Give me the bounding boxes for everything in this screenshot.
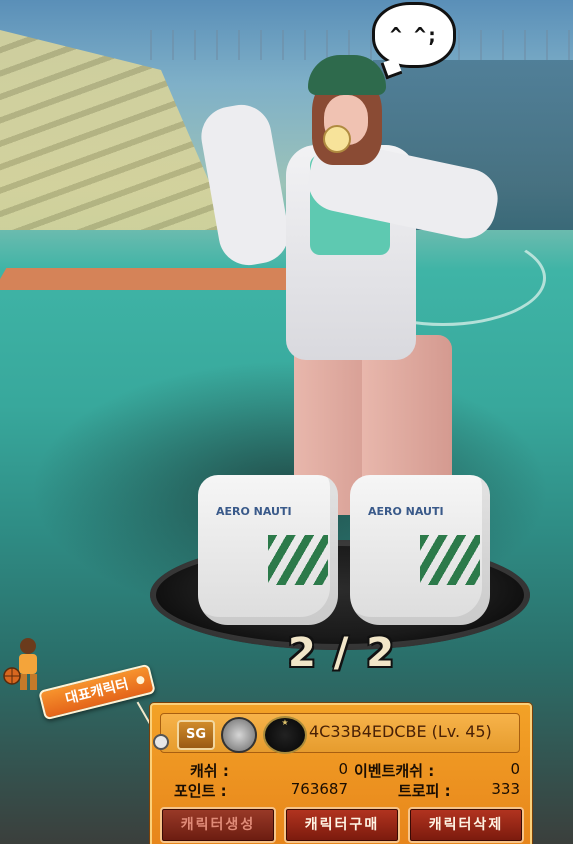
character-action-buttons: 캐릭터생성 캐릭터구매 캐릭터삭제	[160, 807, 524, 843]
mascot-icon	[3, 638, 37, 690]
tag-hole	[135, 675, 146, 685]
character-id-bar: SG ★ 4C33B4EDCBE (Lv. 45)	[153, 713, 520, 754]
trophy-value: 333	[491, 780, 520, 798]
event-cash-label: 이벤트캐쉬 :	[354, 762, 435, 780]
player-character[interactable]: AERO NAUTI AERO NAUTI	[190, 35, 520, 635]
points-label: 포인트 :	[174, 782, 227, 800]
position-badge: SG	[177, 720, 215, 750]
bubblegum	[323, 125, 351, 153]
shoe-brand-label: AERO NAUTI	[368, 505, 444, 518]
create-character-button[interactable]: 캐릭터생성	[160, 807, 276, 843]
character-shoe-left: AERO NAUTI	[198, 475, 338, 625]
cash-value: 0	[338, 760, 348, 778]
shoe-stripes	[268, 535, 328, 585]
character-shoe-right: AERO NAUTI	[350, 475, 490, 625]
rank-emblem-icon: ★	[263, 716, 307, 754]
character-name-level: 4C33B4EDCBE (Lv. 45)	[309, 722, 492, 741]
event-cash-value: 0	[510, 760, 520, 778]
cash-label: 캐쉬 :	[190, 762, 229, 780]
pin-icon	[153, 734, 169, 750]
representative-tag-label: 대표캐릭터	[63, 676, 131, 708]
buy-character-button[interactable]: 캐릭터구매	[284, 807, 400, 843]
stats-row-2: 포인트 : 763687 트로피 : 333	[174, 780, 524, 800]
character-info-panel: SG ★ 4C33B4EDCBE (Lv. 45) 캐쉬 : 0 이벤트캐쉬 :…	[150, 703, 532, 844]
points-value: 763687	[290, 780, 348, 798]
lobby-scene: AERO NAUTI AERO NAUTI ^ ^; 2 / 2 대표캐릭터 S…	[0, 0, 573, 844]
stats-block: 캐쉬 : 0 이벤트캐쉬 : 0 포인트 : 763687 트로피 : 333	[174, 760, 524, 800]
shoe-stripes	[420, 535, 480, 585]
grade-emblem-icon	[221, 717, 257, 753]
rank-emblem-icon-glyph: ★	[281, 718, 289, 727]
character-arm-left	[196, 100, 294, 270]
representative-character-tag: 대표캐릭터	[38, 663, 156, 721]
shoe-brand-label: AERO NAUTI	[216, 505, 292, 518]
speech-bubble: ^ ^;	[372, 2, 456, 68]
character-page-indicator: 2 / 2	[288, 630, 397, 676]
delete-character-button[interactable]: 캐릭터삭제	[408, 807, 524, 843]
stats-row-1: 캐쉬 : 0 이벤트캐쉬 : 0	[174, 760, 524, 780]
trophy-label: 트로피 :	[398, 782, 451, 800]
character-beanie	[308, 55, 386, 95]
